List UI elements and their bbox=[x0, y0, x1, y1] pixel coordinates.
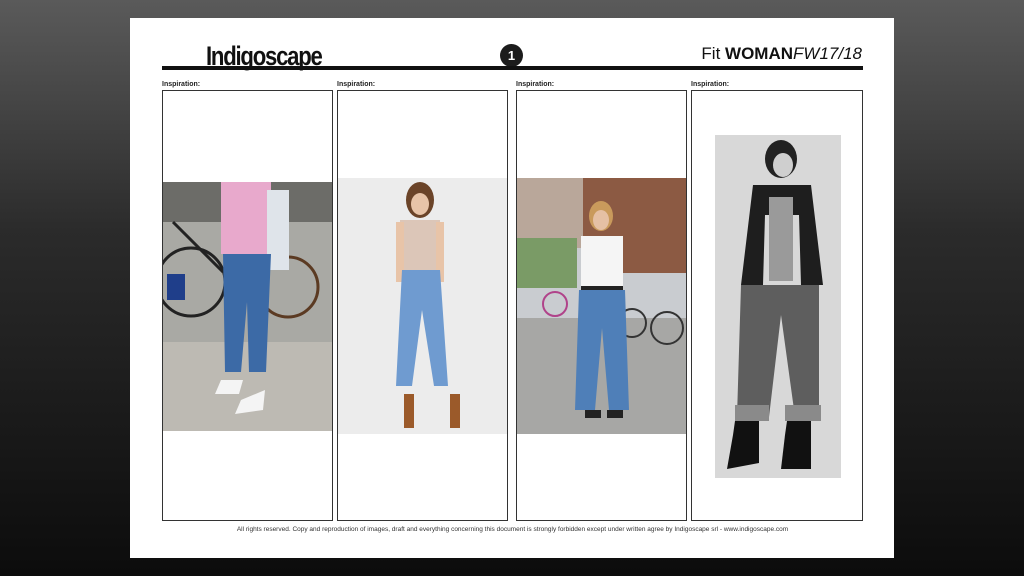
fit-label: Fit bbox=[701, 44, 721, 63]
bw-model-photo-icon bbox=[715, 135, 841, 478]
copyright-footer: All rights reserved. Copy and reproducti… bbox=[236, 526, 789, 533]
category-label: WOMAN bbox=[725, 44, 794, 63]
header-divider bbox=[162, 66, 863, 70]
season-label: FW17/18 bbox=[793, 44, 862, 63]
inspiration-panel-4 bbox=[691, 90, 863, 521]
panel-label-1: Inspiration: bbox=[162, 81, 201, 88]
panel-label-2: Inspiration: bbox=[337, 81, 376, 88]
studio-model-photo-icon bbox=[338, 178, 507, 434]
page-number-badge: 1 bbox=[500, 44, 523, 67]
inspiration-panel-2 bbox=[337, 90, 508, 521]
page-title: Fit WOMANFW17/18 bbox=[701, 44, 862, 64]
panel-label-3: Inspiration: bbox=[516, 81, 555, 88]
street-style-photo-icon bbox=[163, 182, 332, 431]
street-style-photo-icon bbox=[517, 178, 686, 434]
inspiration-panel-1 bbox=[162, 90, 333, 521]
panel-label-4: Inspiration: bbox=[691, 81, 730, 88]
slide-page: Indigoscape 1 Fit WOMANFW17/18 Inspirati… bbox=[130, 18, 894, 558]
inspiration-panel-3 bbox=[516, 90, 687, 521]
